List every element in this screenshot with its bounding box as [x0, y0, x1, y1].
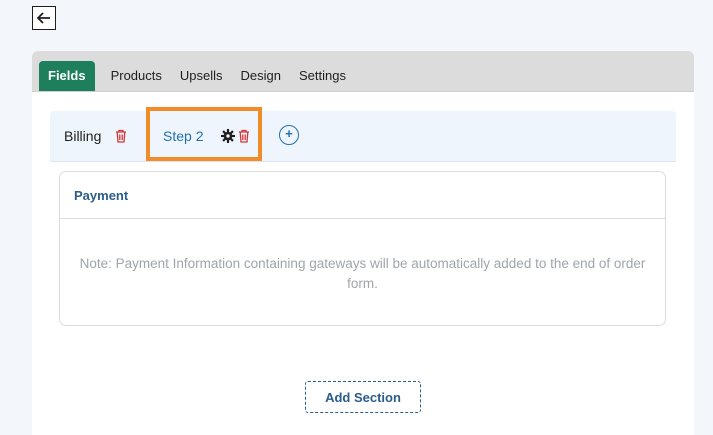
- steps-bar: Billing Step 2 +: [50, 107, 676, 162]
- step-label: Billing: [64, 128, 102, 144]
- tab-bar: Fields Products Upsells Design Settings: [32, 51, 694, 92]
- step-billing[interactable]: Billing: [64, 111, 127, 161]
- trash-icon[interactable]: [238, 129, 250, 143]
- section-note: Note: Payment Information containing gat…: [79, 256, 646, 291]
- plus-icon: +: [285, 126, 293, 141]
- arrow-left-icon: [37, 12, 51, 24]
- builder-panel: Fields Products Upsells Design Settings …: [32, 51, 694, 435]
- section-card: Payment Note: Payment Information contai…: [59, 171, 666, 326]
- tab-settings[interactable]: Settings: [290, 61, 355, 91]
- tab-upsells[interactable]: Upsells: [171, 61, 232, 91]
- tab-products[interactable]: Products: [102, 61, 171, 91]
- add-step-button[interactable]: +: [279, 125, 299, 145]
- tab-fields[interactable]: Fields: [39, 61, 95, 91]
- step-2[interactable]: Step 2: [163, 111, 250, 161]
- add-section-button[interactable]: Add Section: [305, 381, 421, 413]
- section-title: Payment: [60, 172, 665, 219]
- tab-design[interactable]: Design: [232, 61, 290, 91]
- step-label: Step 2: [163, 128, 204, 144]
- gear-icon[interactable]: [221, 129, 236, 143]
- back-button[interactable]: [32, 6, 56, 30]
- trash-icon[interactable]: [115, 129, 127, 143]
